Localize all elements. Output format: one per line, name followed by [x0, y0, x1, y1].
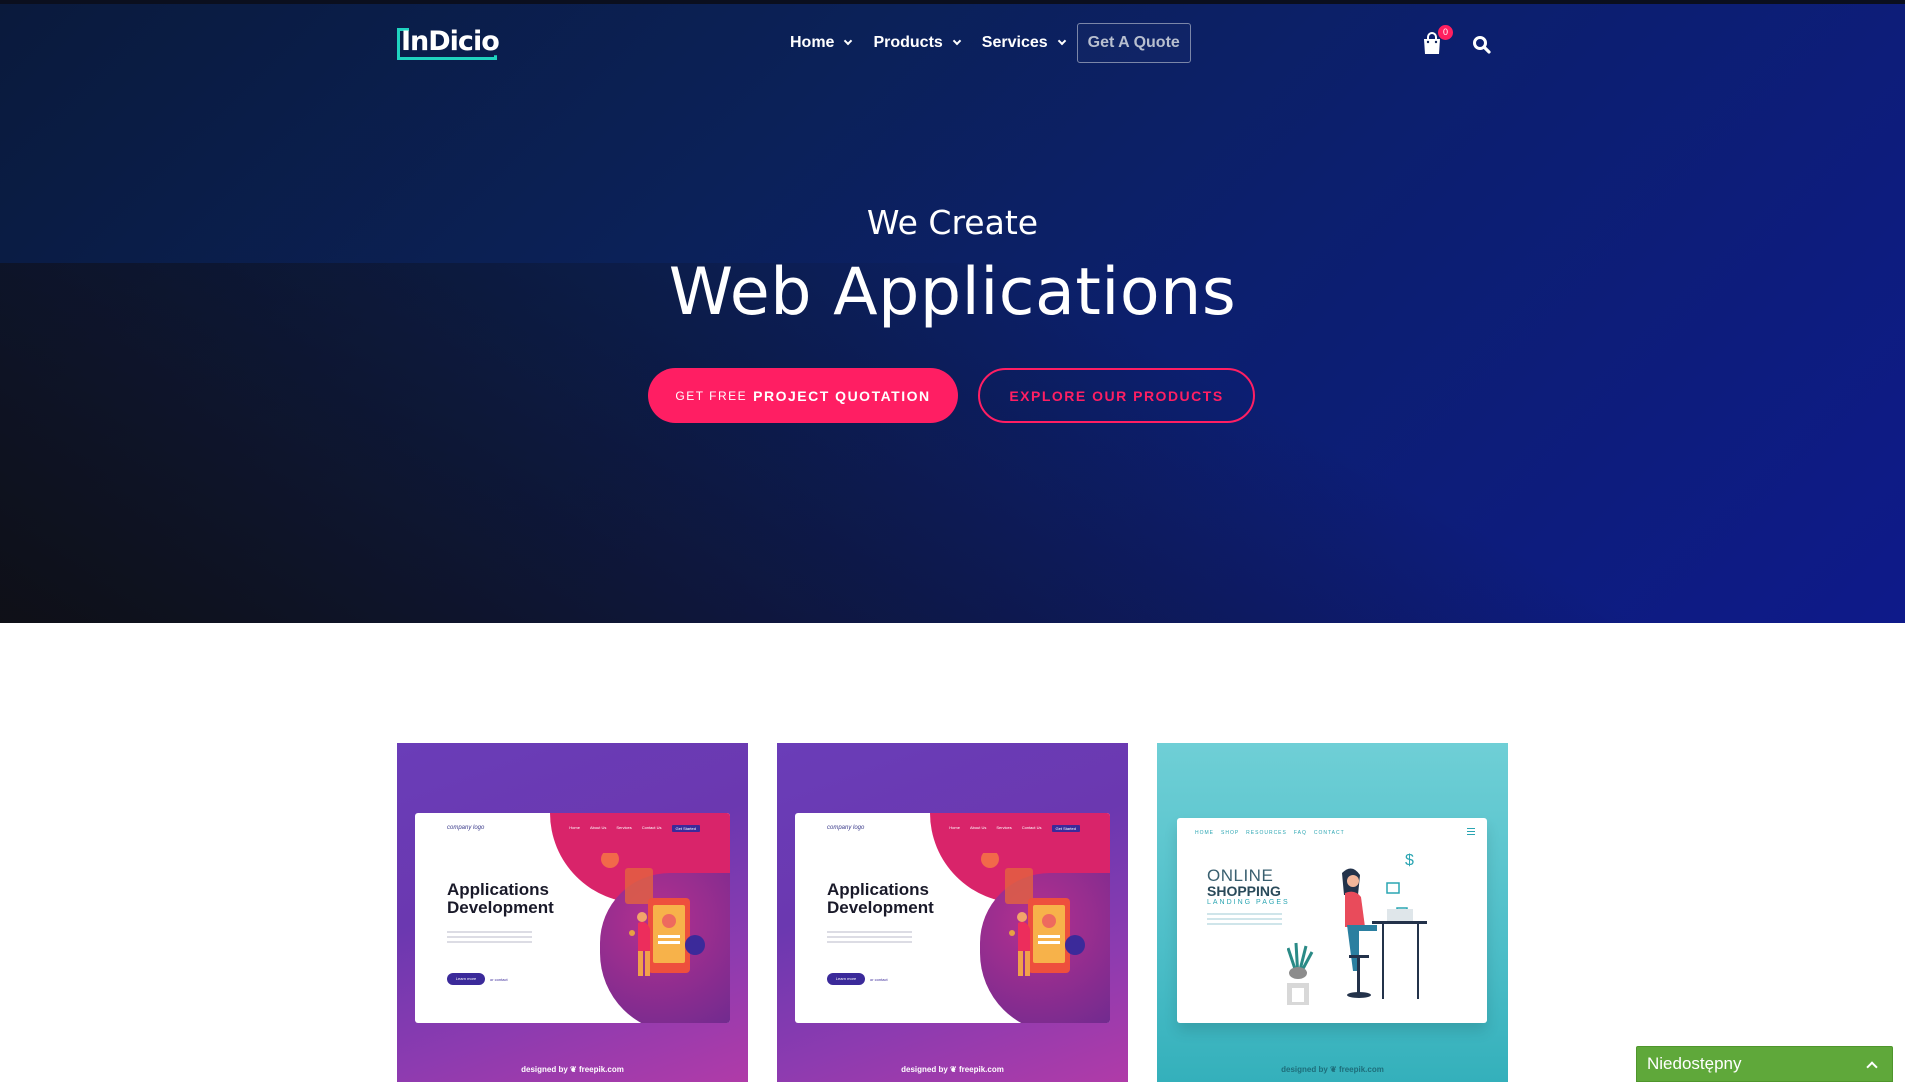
mock-nav-item: SHOP: [1221, 830, 1240, 836]
chevron-down-icon: [1057, 36, 1066, 46]
mock-nav-item: Services: [616, 825, 632, 830]
main-nav: Home Products Services Get A Quote: [790, 23, 1191, 63]
mock-button: Learn more: [447, 973, 485, 985]
product-card[interactable]: company logo Home About Us Services Cont…: [397, 743, 748, 1082]
chat-status-widget[interactable]: Niedostępny: [1636, 1046, 1893, 1082]
mock-title-line: LANDING PAGES: [1207, 899, 1290, 906]
hero-title: Web Applications: [668, 255, 1237, 330]
mock-nav-item: CONTACT: [1313, 830, 1345, 836]
nav-label: Products: [873, 34, 943, 51]
chevron-down-icon: [844, 36, 853, 46]
product-card[interactable]: HOME SHOP RESOURCES FAQ CONTACT ONLINE S…: [1157, 743, 1508, 1082]
get-free-quotation-button[interactable]: GET FREE PROJECT QUOTATION: [648, 368, 958, 423]
logo-text: InDicio: [401, 26, 500, 57]
freepik-credit: designed by ❦ freepik.com: [1281, 1065, 1384, 1074]
site-logo[interactable]: InDicio: [397, 26, 500, 60]
mock-link: or contact: [490, 977, 508, 982]
mock-title-line: Development: [827, 898, 934, 917]
developer-illustration: [601, 853, 705, 976]
mock-nav-item: Services: [996, 825, 1012, 830]
cart-count-badge: 0: [1438, 25, 1453, 40]
mock-nav-item: Contact Us: [1021, 825, 1042, 830]
developer-illustration: [981, 853, 1085, 976]
svg-text:$: $: [1405, 852, 1414, 869]
menu-icon: [1467, 828, 1475, 837]
shopping-illustration: $: [1287, 852, 1427, 1005]
mock-nav: HOME SHOP RESOURCES FAQ CONTACT: [1195, 830, 1345, 836]
nav-label: Services: [981, 34, 1048, 51]
mock-title-line: Development: [447, 898, 554, 917]
mock-title-line: Applications: [447, 880, 550, 899]
mock-text-lines: [447, 931, 532, 946]
mock-button: Learn more: [827, 973, 865, 985]
mock-nav-item: Home: [569, 825, 580, 830]
mock-title-line: Applications: [827, 880, 930, 899]
nav-item-home[interactable]: Home: [790, 34, 853, 52]
chevron-up-icon: [1866, 1060, 1878, 1073]
mock-logo: company logo: [447, 825, 485, 831]
mock-text-lines: [1207, 913, 1282, 928]
mock-nav-item: RESOURCES: [1246, 830, 1287, 836]
mock-link: or contact: [870, 977, 888, 982]
search-icon[interactable]: [1472, 35, 1492, 55]
nav-label: Home: [790, 34, 835, 51]
hero-subtitle: We Create: [866, 203, 1039, 242]
mock-nav-item: Contact Us: [641, 825, 662, 830]
card-mockup: company logo Home About Us Services Cont…: [795, 813, 1110, 1023]
chevron-down-icon: [952, 36, 962, 46]
mock-nav-button: Get Started: [1051, 825, 1080, 832]
nav-item-services[interactable]: Services: [981, 34, 1066, 52]
mock-nav-item: About Us: [969, 825, 987, 830]
mock-nav-item: HOME: [1195, 830, 1214, 836]
card-mockup: company logo Home About Us Services Cont…: [415, 813, 730, 1023]
card-mockup: HOME SHOP RESOURCES FAQ CONTACT ONLINE S…: [1177, 818, 1487, 1023]
button-main-label: PROJECT QUOTATION: [753, 387, 931, 404]
product-card[interactable]: company logo Home About Us Services Cont…: [777, 743, 1128, 1082]
nav-item-products[interactable]: Products: [873, 34, 962, 52]
mock-nav-button: Get Started: [671, 825, 700, 832]
mock-nav: Home About Us Services Contact Us Get St…: [949, 825, 1080, 832]
button-prefix: GET FREE: [675, 388, 748, 403]
explore-products-button[interactable]: EXPLORE OUR PRODUCTS: [978, 368, 1255, 423]
mock-nav-item: About Us: [589, 825, 607, 830]
mock-title: Applications Development: [447, 881, 554, 917]
mock-title: Applications Development: [827, 881, 934, 917]
mock-nav: Home About Us Services Contact Us Get St…: [569, 825, 700, 832]
freepik-credit: designed by ❦ freepik.com: [521, 1065, 624, 1074]
hero-section: InDicio Home Products Services Get A Quo…: [0, 0, 1905, 623]
mock-nav-item: FAQ: [1293, 830, 1307, 836]
status-label: Niedostępny: [1647, 1054, 1742, 1073]
mock-nav-item: Home: [949, 825, 960, 830]
mock-title-line: SHOPPING: [1207, 883, 1281, 899]
mock-logo: company logo: [827, 825, 865, 831]
get-quote-button[interactable]: Get A Quote: [1076, 23, 1191, 63]
mock-text-lines: [827, 931, 912, 946]
freepik-credit: designed by ❦ freepik.com: [901, 1065, 1004, 1074]
